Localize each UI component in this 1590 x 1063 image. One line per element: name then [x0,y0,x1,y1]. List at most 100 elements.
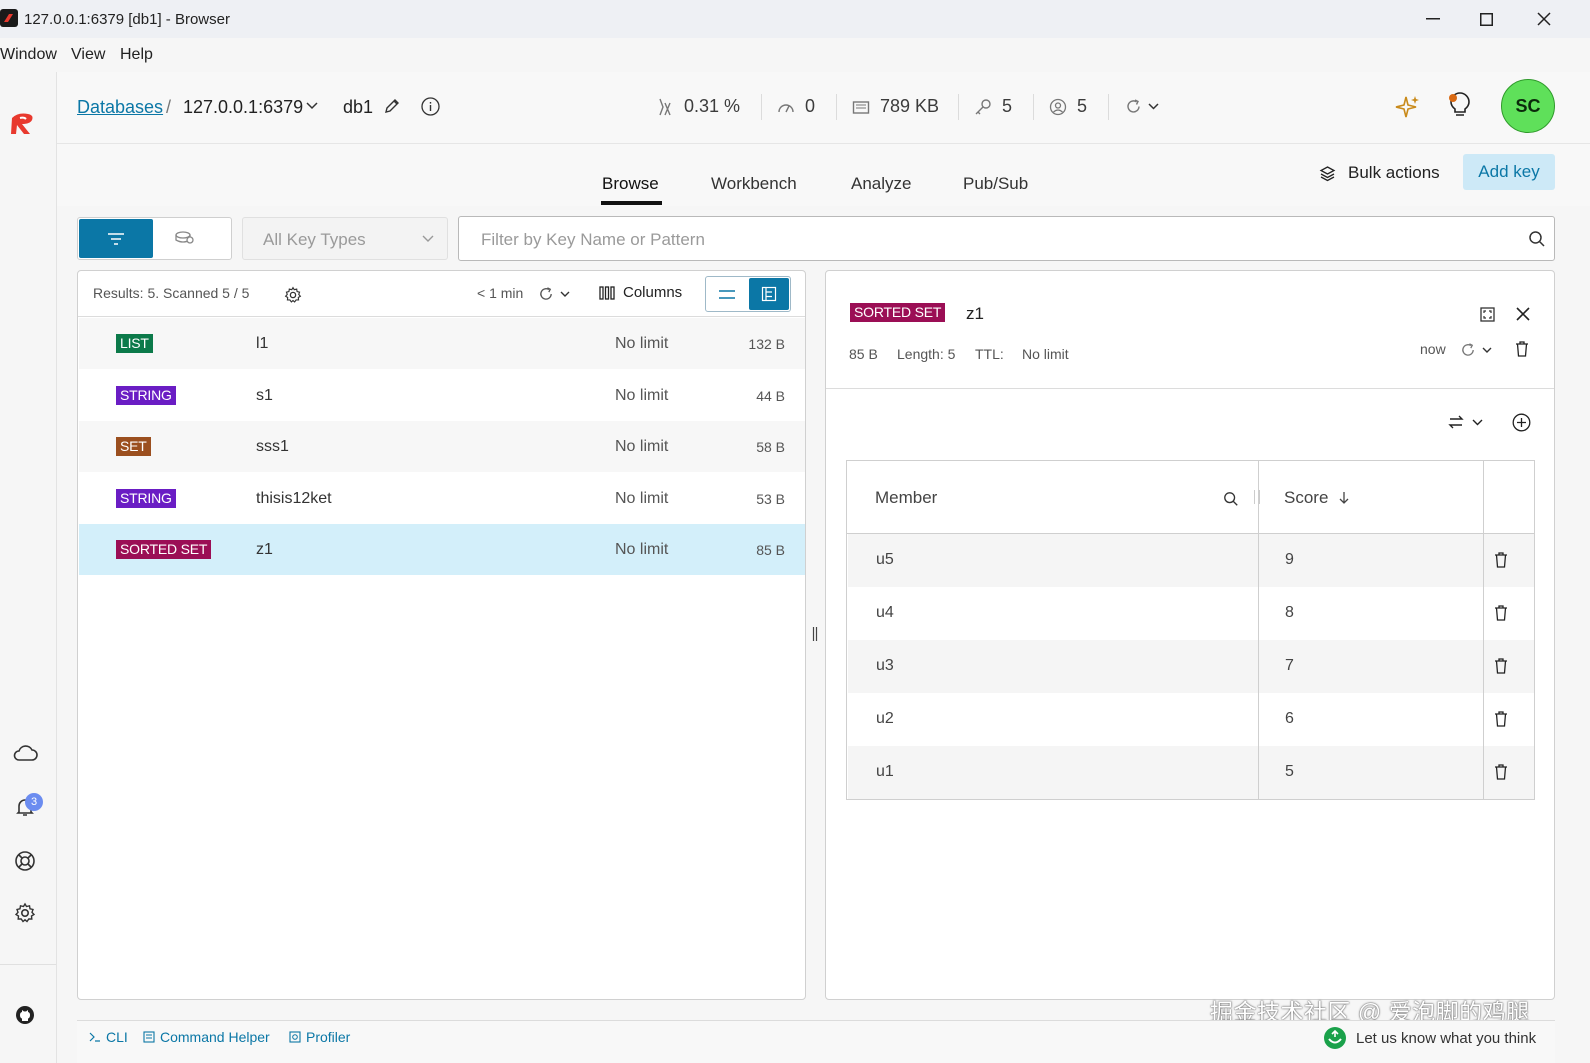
menu-view[interactable]: View [71,46,105,64]
delete-member-trash-icon[interactable] [1494,658,1508,674]
feedback-button[interactable]: Let us know what you think [1323,1026,1536,1050]
add-member-icon[interactable] [1512,413,1531,432]
key-type-badge: STRING [116,488,176,508]
ttl-value[interactable]: No limit [1022,346,1069,362]
edit-pencil-icon[interactable] [384,98,400,114]
chevron-down-icon[interactable] [306,102,318,110]
list-view-icon[interactable] [718,289,736,300]
ttl-label: TTL: [975,346,1004,362]
speedometer-icon [778,103,794,112]
member-row[interactable]: u3 7 [848,640,1534,693]
profiler-button[interactable]: Profiler [289,1029,350,1045]
key-list-row[interactable]: SORTED SET z1 No limit 85 B [79,524,805,575]
panel-resize-handle[interactable] [812,626,818,642]
member-value: u3 [876,657,894,674]
key-search-input[interactable]: Filter by Key Name or Pattern [458,216,1555,261]
window-title: 127.0.0.1:6379 [db1] - Browser [24,11,230,28]
close-details-icon[interactable] [1515,306,1531,322]
list-view-button[interactable] [79,219,153,258]
key-name: s1 [256,386,273,404]
key-type-badge: SET [116,437,151,456]
search-mode-button[interactable] [174,230,196,246]
score-column-header[interactable]: Score [1284,488,1328,508]
key-list-refresh-button[interactable] [538,286,570,302]
delete-member-trash-icon[interactable] [1494,552,1508,568]
sort-switch-button[interactable] [1448,414,1483,430]
key-list-row[interactable]: STRING s1 No limit 44 B [79,370,805,421]
tab-workbench[interactable]: Workbench [711,174,797,194]
chevron-down-icon [1148,103,1159,110]
delete-member-trash-icon[interactable] [1494,764,1508,780]
delete-member-trash-icon[interactable] [1494,605,1508,621]
key-type-select[interactable]: All Key Types [242,217,448,260]
key-name[interactable]: z1 [966,304,984,324]
member-row[interactable]: u5 9 [848,534,1534,587]
key-list-row[interactable]: STRING thisis12ket No limit 53 B [79,473,805,524]
column-resize-handle[interactable] [1254,490,1260,504]
member-row[interactable]: u4 8 [848,587,1534,640]
tab-pubsub[interactable]: Pub/Sub [963,174,1028,194]
scan-settings-gear-icon[interactable] [284,286,302,304]
feedback-smile-icon [1324,1027,1346,1049]
details-refresh-button[interactable] [1460,342,1492,358]
bulk-actions-button[interactable]: Bulk actions [1319,160,1440,186]
search-icon[interactable] [1528,230,1546,248]
menu-help[interactable]: Help [120,46,153,64]
help-center-icon[interactable] [10,846,40,876]
sidebar-divider [0,964,56,965]
menu-window[interactable]: Window [0,46,57,64]
minimize-icon[interactable] [1418,6,1448,32]
last-refresh-text: < 1 min [477,285,524,301]
member-value: u1 [876,763,894,780]
connection-name[interactable]: 127.0.0.1:6379 [183,97,303,118]
sort-descending-arrow-icon[interactable] [1339,491,1349,505]
key-size: 44 B [756,387,785,404]
maximize-icon[interactable] [1471,6,1501,32]
columns-button[interactable]: Columns [599,284,682,301]
delete-key-trash-icon[interactable] [1515,341,1529,357]
column-divider [1483,461,1484,534]
book-icon [143,1031,155,1043]
key-list-row[interactable]: LIST l1 No limit 132 B [79,318,805,369]
key-size: 85 B [849,346,878,362]
member-value: u4 [876,604,894,621]
breadcrumb-databases[interactable]: Databases [77,97,163,118]
breadcrumb-separator: / [166,97,172,117]
metric-divider [1108,94,1109,120]
fullscreen-icon[interactable] [1480,307,1495,322]
insights-bulb-icon[interactable] [1447,92,1473,120]
cloud-icon[interactable] [10,738,40,768]
user-avatar[interactable]: SC [1501,79,1555,133]
key-length: Length: 5 [897,346,956,362]
key-list-row[interactable]: SET sss1 No limit 58 B [79,421,805,472]
view-mode-switch [77,217,232,260]
info-icon[interactable] [421,97,440,116]
instance-header: Databases / 127.0.0.1:6379 db1 0.31 % 0 … [57,72,1590,144]
settings-gear-icon[interactable] [10,898,40,928]
close-window-icon[interactable] [1529,6,1559,32]
chevron-down-icon [422,235,434,243]
tree-view-icon[interactable] [749,278,789,310]
member-search-icon[interactable] [1223,491,1239,507]
auto-refresh-toggle[interactable] [1125,98,1159,115]
profiler-label: Profiler [306,1029,351,1045]
memory-metric: 789 KB [852,96,939,117]
filter-lines-icon [108,232,124,245]
member-row[interactable]: u2 6 [848,693,1534,746]
tab-analyze[interactable]: Analyze [851,174,911,194]
cli-button[interactable]: CLI [89,1029,128,1045]
delete-member-trash-icon[interactable] [1494,711,1508,727]
key-type-badge: LIST [116,334,153,353]
key-icon [975,98,991,114]
add-key-button[interactable]: Add key [1463,154,1555,190]
redis-insight-logo-icon[interactable] [6,107,40,141]
member-column-header[interactable]: Member [875,488,937,508]
member-row[interactable]: u1 5 [848,746,1534,799]
key-list-panel: Results: 5. Scanned 5 / 5 < 1 min Column… [77,270,806,1000]
command-helper-button[interactable]: Command Helper [143,1029,270,1045]
tab-browse[interactable]: Browse [602,174,659,194]
github-icon[interactable] [10,1000,40,1030]
ai-sparkle-icon[interactable] [1394,93,1422,121]
key-ttl: No limit [615,335,669,352]
chevron-down-icon [1482,347,1492,353]
